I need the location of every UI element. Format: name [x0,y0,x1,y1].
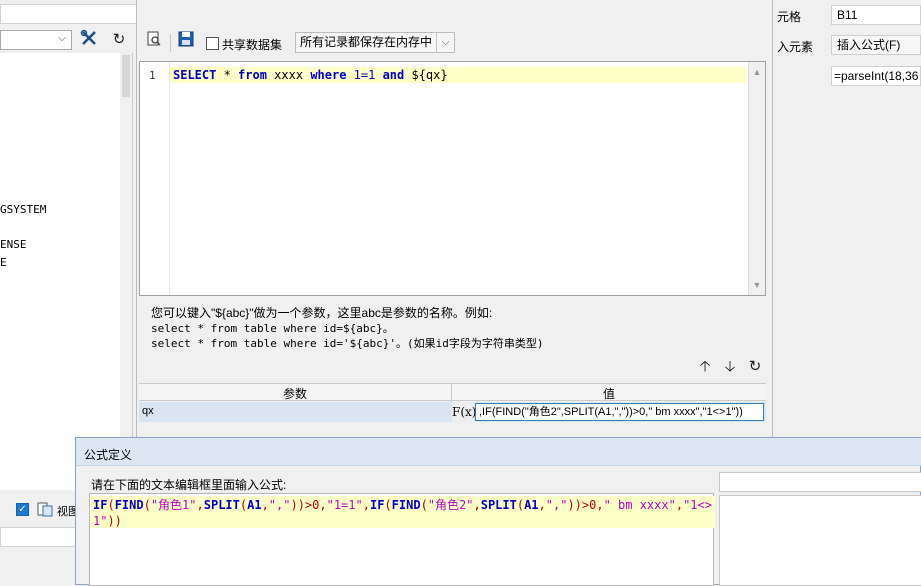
formula-token: ( [516,498,525,512]
formula-token: , [538,498,546,512]
sql-line-gutter: 1 [140,62,170,295]
sql-keyword: SELECT [173,68,217,82]
formula-token: IF [93,498,108,512]
formula-definition-dialog: 公式定义 请在下面的文本编辑框里面输入公式: IF(FIND("角色1",SPL… [75,437,921,586]
save-icon[interactable] [175,31,197,53]
formula-preview-field[interactable]: =parseInt(18,36 [831,66,921,86]
left-bottom-input[interactable] [0,527,78,547]
tree-item[interactable]: ENSE [0,238,27,251]
help-line: 您可以键入"${abc}"做为一个参数，这里abc是参数的名称。例如: [151,306,493,320]
preview-icon-svg [147,31,161,46]
formula-token: "1=1" [326,498,363,512]
formula-token: ( [143,498,151,512]
chevron-down-icon: ⌵ [436,33,454,52]
scrollbar-thumb[interactable] [122,55,130,97]
save-icon-svg [178,31,194,47]
formula-token: , [362,498,370,512]
formula-token: SPLIT [203,498,240,512]
wrench-icon[interactable] [78,29,100,51]
sql-query-text[interactable]: SELECT * from xxxx where 1=1 and ${qx} [173,68,448,82]
left-scrollbar[interactable] [120,53,132,490]
formula-token: A1 [247,498,262,512]
formula-token: "," [545,498,568,512]
line-number: 1 [149,69,156,82]
sql-token: xxxx [266,68,311,82]
help-line: select * from table where id=${abc}。 [151,322,394,335]
formula-token: ( [107,498,115,512]
sql-keyword: where [310,68,347,82]
formula-token: "角色1" [150,498,197,512]
view-icon [37,501,53,517]
formula-fx-button[interactable]: F(x) [452,402,476,422]
memory-mode-select[interactable]: 所有记录都保存在内存中 ⌵ [295,32,455,53]
cell-value-field[interactable]: B11 [831,5,921,25]
sql-editor[interactable]: 1 SELECT * from xxxx where 1=1 and ${qx}… [139,61,766,296]
memory-mode-value: 所有记录都保存在内存中 [300,35,433,49]
refresh-icon[interactable]: ↻ [746,358,764,376]
share-dataset-label: 共享数据集 [222,38,283,52]
formula-token: SPLIT [480,498,517,512]
chevron-down-icon: ⌵ [58,33,66,44]
parameter-help-text: 您可以键入"${abc}"做为一个参数，这里abc是参数的名称。例如: sele… [151,305,751,351]
dialog-title-bar[interactable]: 公式定义 [76,438,921,466]
view-icon-svg [37,502,53,517]
formula-token: , [196,498,204,512]
parameter-table: 参数 值 qx F(x) ,IF(FIND("角色2",SPLIT(A1,","… [139,383,766,423]
sql-keyword: from [238,68,267,82]
wrench-icon-svg [80,29,96,45]
insert-element-label: 入元素 [777,40,814,54]
scroll-up-icon[interactable]: ▲ [749,64,765,80]
sql-token: * [216,68,239,82]
formula-token: "," [268,498,291,512]
arrow-down-icon[interactable]: 🡣 [721,358,739,376]
preview-icon[interactable] [143,31,165,53]
sql-keyword: and [382,68,405,82]
dialog-title: 公式定义 [84,448,133,462]
formula-token: FIND [114,498,144,512]
insert-element-select[interactable]: 插入公式(F) [831,35,921,55]
parameter-value-cell[interactable]: ,IF(FIND("角色2",SPLIT(A1,","))>0," bm xxx… [475,403,764,421]
share-dataset-checkbox[interactable] [206,37,219,50]
formula-token: ( [420,498,428,512]
refresh-icon[interactable]: ↻ [108,29,130,51]
column-header-name: 参数 [282,387,307,401]
formula-token: )) [107,514,122,528]
cell-label: 元格 [777,10,802,24]
arrow-up-icon[interactable]: 🡡 [696,358,714,376]
tree-item[interactable]: E [0,256,7,269]
scroll-down-icon[interactable]: ▼ [749,277,765,293]
formula-token: "角色2" [427,498,474,512]
sql-token: 1=1 [346,68,383,82]
function-list[interactable] [719,495,921,586]
formula-token: ))>0, [567,498,604,512]
formula-token: , [473,498,481,512]
left-combo-box[interactable]: ⌵ [0,30,72,50]
formula-text[interactable]: IF(FIND("角色1",SPLIT(A1,","))>0,"1=1",IF(… [93,497,713,529]
toolbar-separator [170,34,171,52]
column-header-value: 值 [602,387,615,401]
left-tree-panel: GSYSTEM ENSE E [0,53,133,490]
formula-token: FIND [391,498,421,512]
tree-item[interactable]: GSYSTEM [0,203,46,216]
formula-token: IF [369,498,385,512]
view-checkbox[interactable]: ✓ [16,503,29,516]
sql-param: ${qx} [404,68,448,82]
formula-token: , [675,498,684,512]
formula-instruction: 请在下面的文本编辑框里面输入公式: [91,478,287,492]
help-line: select * from table where id='${abc}'。(如… [151,337,544,350]
formula-token: " bm xxxx" [603,498,676,512]
sql-vertical-scrollbar[interactable]: ▲ ▼ [748,62,765,295]
formula-editor[interactable]: IF(FIND("角色1",SPLIT(A1,","))>0,"1=1",IF(… [89,493,715,586]
formula-token: A1 [524,498,539,512]
formula-token: ( [384,498,392,512]
table-row[interactable]: qx F(x) ,IF(FIND("角色2",SPLIT(A1,","))>0,… [139,402,766,422]
parameter-table-header: 参数 值 [139,383,766,402]
formula-token: , [261,498,269,512]
function-search-input[interactable] [719,472,921,492]
formula-token: ))>0, [290,498,327,512]
parameter-name-cell[interactable]: qx [142,405,154,417]
